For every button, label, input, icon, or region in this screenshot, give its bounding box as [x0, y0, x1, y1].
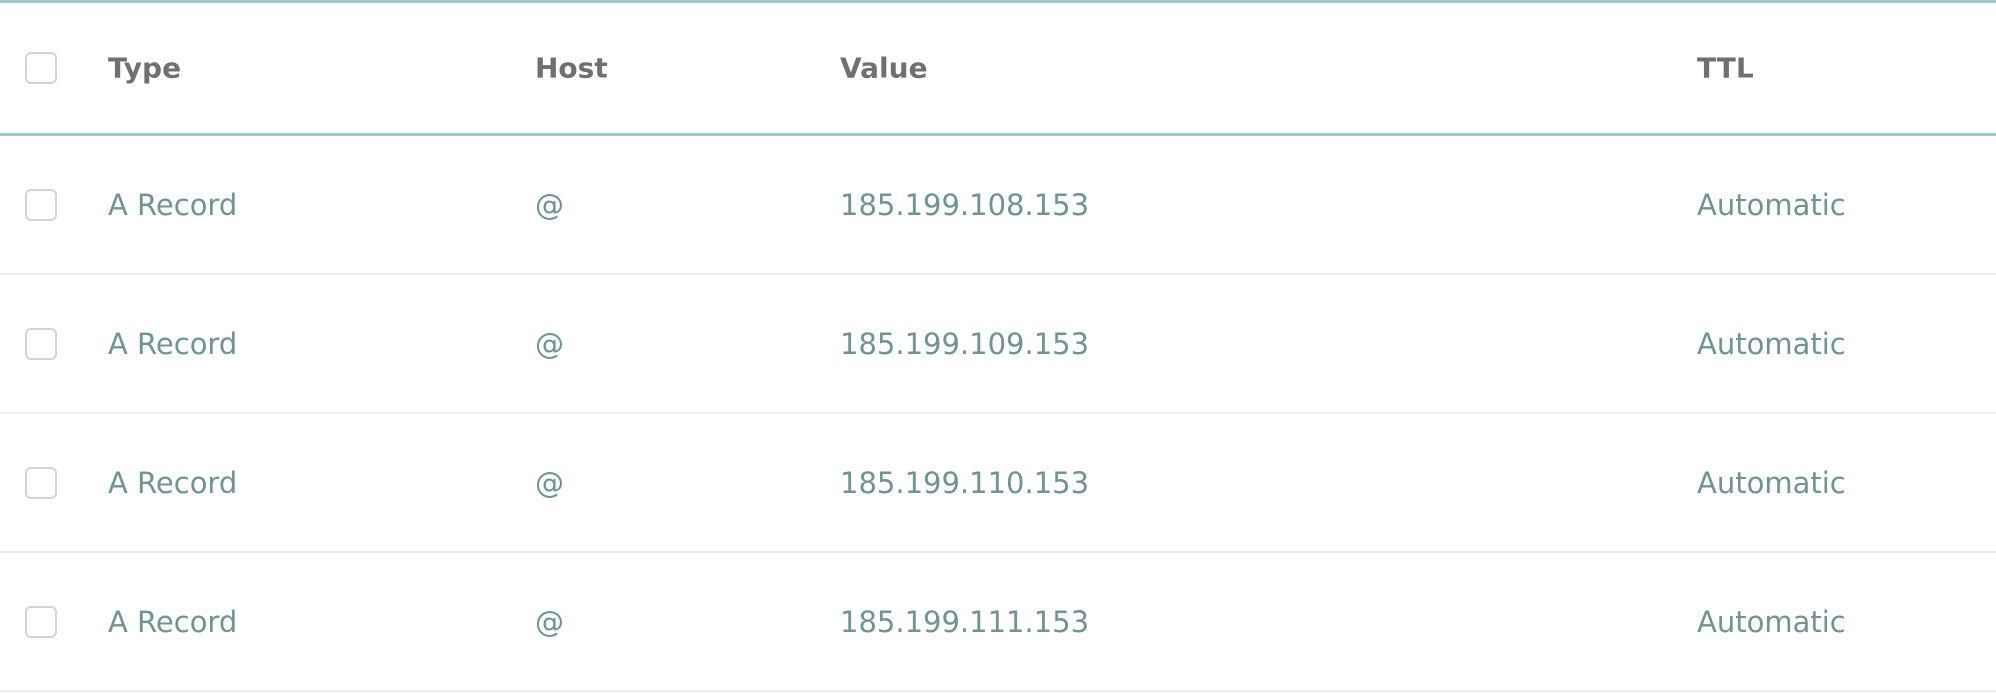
row-checkbox[interactable] — [25, 466, 57, 499]
table-row[interactable]: A Record @ 185.199.108.153 Automatic — [0, 136, 1996, 275]
row-select-cell — [25, 605, 57, 638]
record-host: @ — [535, 465, 564, 500]
table-row[interactable]: A Record @ 185.199.109.153 Automatic — [0, 275, 1996, 414]
record-ttl: Automatic — [1697, 465, 1846, 500]
record-ttl: Automatic — [1697, 187, 1846, 222]
record-ttl: Automatic — [1697, 604, 1846, 639]
record-value: 185.199.108.153 — [840, 187, 1090, 222]
record-type: A Record — [108, 326, 238, 361]
record-host: @ — [535, 187, 564, 222]
row-select-cell — [25, 327, 57, 360]
column-header-host[interactable]: Host — [535, 52, 608, 85]
table-header-row: Type Host Value TTL — [0, 3, 1996, 136]
record-value: 185.199.111.153 — [840, 604, 1090, 639]
record-type: A Record — [108, 465, 238, 500]
select-all-checkbox[interactable] — [25, 52, 57, 84]
record-type: A Record — [108, 604, 238, 639]
select-all-cell — [25, 52, 57, 84]
table-row[interactable]: A Record @ 185.199.111.153 Automatic — [0, 553, 1996, 692]
dns-records-table: Type Host Value TTL A Record @ 185.199.1… — [0, 0, 1996, 692]
row-select-cell — [25, 188, 57, 221]
column-header-value[interactable]: Value — [840, 52, 928, 85]
record-host: @ — [535, 604, 564, 639]
column-header-type[interactable]: Type — [108, 52, 181, 85]
record-host: @ — [535, 326, 564, 361]
record-ttl: Automatic — [1697, 326, 1846, 361]
table-row[interactable]: A Record @ 185.199.110.153 Automatic — [0, 414, 1996, 553]
record-type: A Record — [108, 187, 238, 222]
row-checkbox[interactable] — [25, 327, 57, 360]
row-checkbox[interactable] — [25, 188, 57, 221]
record-value: 185.199.110.153 — [840, 465, 1090, 500]
row-checkbox[interactable] — [25, 605, 57, 638]
record-value: 185.199.109.153 — [840, 326, 1090, 361]
column-header-ttl[interactable]: TTL — [1697, 52, 1754, 85]
row-select-cell — [25, 466, 57, 499]
